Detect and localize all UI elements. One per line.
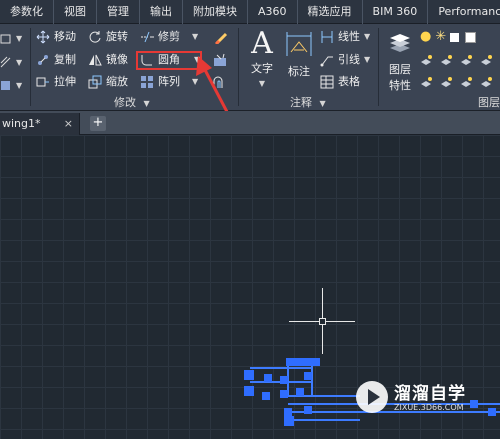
linear-dimension-icon	[321, 31, 333, 43]
new-tab-button[interactable]: +	[90, 116, 106, 131]
tab-bim360[interactable]: BIM 360	[363, 0, 429, 24]
watermark: 溜溜自学 ZIXUE.3D66.COM	[352, 373, 470, 419]
mirror-label: 镜像	[106, 53, 128, 66]
scale-label: 缩放	[106, 75, 128, 88]
stretch-label: 拉伸	[54, 75, 76, 88]
rotate-label: 旋转	[106, 30, 128, 43]
scale-icon	[88, 75, 102, 89]
tab-performance[interactable]: Performance	[428, 0, 500, 24]
document-tab-bar: wing1* × +	[0, 111, 500, 135]
rotate-button[interactable]: 旋转	[88, 27, 128, 47]
trim-label: 修剪	[158, 30, 180, 43]
stretch-icon	[36, 77, 49, 87]
tab-view[interactable]: 视图	[54, 0, 97, 24]
partial-tool-2[interactable]: ▼	[0, 53, 22, 73]
chevron-down-icon: ▼	[16, 34, 23, 43]
mirror-icon	[89, 54, 102, 66]
tab-addins[interactable]: 附加模块	[183, 0, 248, 24]
bulb-icon: ●	[420, 29, 432, 44]
array-icon	[141, 76, 153, 88]
table-label: 表格	[338, 75, 360, 88]
move-button[interactable]: 移动	[36, 27, 76, 47]
tab-a360[interactable]: A360	[248, 0, 298, 24]
leader-button[interactable]: 引线 ▼	[320, 50, 370, 70]
leader-icon	[320, 56, 333, 67]
region-icon	[1, 81, 10, 90]
partial-tool-3[interactable]: ▼	[0, 76, 22, 96]
tab-manage[interactable]: 管理	[97, 0, 140, 24]
layer-properties-label-1: 图层	[389, 63, 411, 76]
layers-panel-label: 图层	[478, 96, 500, 109]
table-icon	[320, 75, 334, 89]
modify-panel-label: 修改	[114, 96, 136, 109]
layer-properties-label-2: 特性	[389, 79, 411, 92]
chevron-down-icon: ▼	[16, 81, 23, 90]
annotation-panel-title[interactable]: 注释 ▼	[290, 95, 326, 111]
tab-featured-apps[interactable]: 精选应用	[298, 0, 363, 24]
layer-dropdown[interactable]: ● ✳	[420, 27, 477, 47]
stretch-button[interactable]: 拉伸	[36, 72, 76, 92]
dimension-icon	[286, 32, 312, 56]
linear-label: 线性	[338, 30, 360, 43]
chevron-down-icon: ▼	[143, 99, 150, 108]
draw-tool-icon	[0, 34, 11, 44]
copy-button[interactable]: 复制	[36, 50, 76, 70]
tab-parametric[interactable]: 参数化	[0, 0, 54, 24]
dimension-button[interactable]: 标注	[284, 28, 314, 79]
layer-tools-icon	[421, 77, 492, 87]
menu-tab-bar: 参数化 视图 管理 输出 附加模块 A360 精选应用 BIM 360 Perf…	[0, 0, 500, 24]
lock-icon	[450, 32, 460, 42]
dimension-label: 标注	[288, 65, 310, 78]
panel-divider	[378, 28, 379, 106]
partial-tool-1[interactable]: ▼	[0, 29, 22, 49]
chevron-down-icon[interactable]: ▼	[364, 27, 370, 47]
rotate-icon	[89, 31, 101, 43]
copy-icon	[38, 55, 48, 65]
chevron-down-icon: ▼	[16, 58, 23, 67]
fillet-label: 圆角	[158, 53, 180, 66]
scale-button[interactable]: 缩放	[88, 72, 128, 92]
array-label: 阵列	[158, 75, 180, 88]
sun-icon: ✳	[435, 29, 447, 44]
layers-panel-title[interactable]: 图层	[478, 95, 500, 111]
layer-properties-icon	[390, 34, 410, 52]
mirror-button[interactable]: 镜像	[88, 50, 128, 70]
chevron-down-icon: ▼	[319, 99, 326, 108]
table-button[interactable]: 表格	[320, 72, 360, 92]
layer-properties-button[interactable]: 图层 特性	[384, 28, 416, 93]
watermark-url: ZIXUE.3D66.COM	[394, 403, 464, 412]
tab-output[interactable]: 输出	[140, 0, 183, 24]
layer-tools-row-2[interactable]	[420, 72, 496, 92]
drawing-tab-label: wing1*	[2, 117, 41, 130]
layer-tools-icon	[421, 55, 492, 65]
hatch-icon	[0, 56, 11, 68]
panel-divider	[30, 28, 31, 106]
copy-label: 复制	[54, 53, 76, 66]
layer-tools-row-1[interactable]	[420, 50, 496, 70]
watermark-brand: 溜溜自学	[394, 384, 466, 404]
fillet-icon	[141, 55, 152, 66]
annotation-panel-label: 注释	[290, 96, 312, 109]
linear-dimension-button[interactable]: 线性 ▼	[320, 27, 370, 47]
color-swatch-icon	[465, 31, 477, 43]
chevron-down-icon[interactable]: ▼	[364, 50, 370, 70]
close-icon[interactable]: ×	[64, 113, 73, 135]
move-label: 移动	[54, 30, 76, 43]
cursor-pickbox	[319, 318, 326, 325]
drawing-tab[interactable]: wing1* ×	[0, 113, 80, 135]
move-icon	[36, 30, 50, 44]
modify-panel-title[interactable]: 修改 ▼	[114, 95, 150, 111]
trim-icon	[141, 31, 154, 43]
leader-label: 引线	[338, 53, 360, 66]
watermark-play-icon	[356, 381, 388, 413]
